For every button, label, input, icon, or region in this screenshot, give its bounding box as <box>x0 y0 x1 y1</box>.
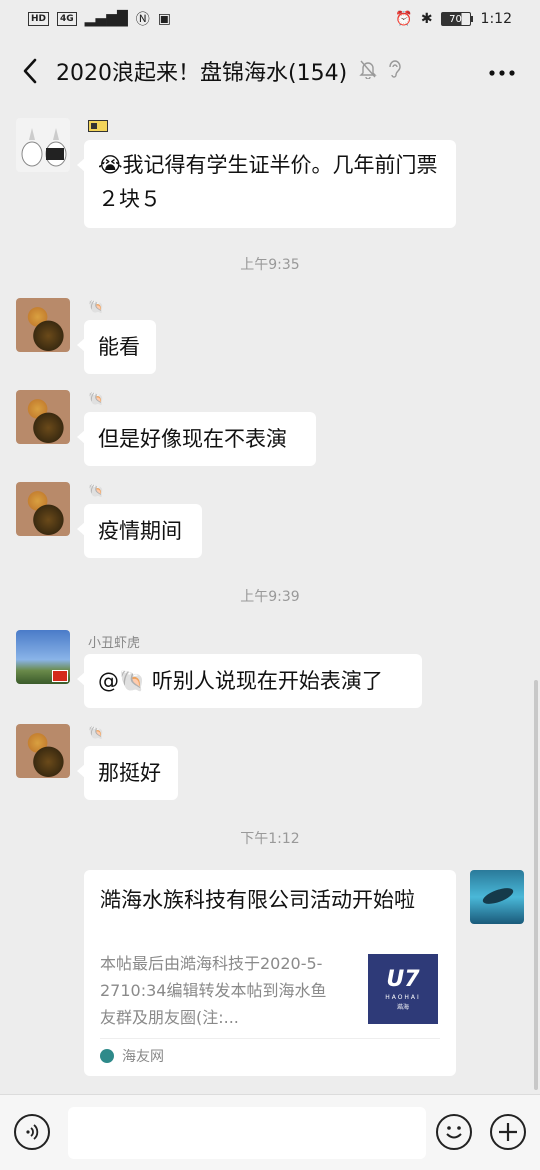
chat-title: 2020浪起来！盘锦海水(154) <box>56 61 348 86</box>
scrollbar[interactable] <box>534 680 538 1090</box>
sender-badge-icon <box>88 120 108 134</box>
message-text: 但是好像现在不表演 <box>98 427 287 451</box>
hd-tag: HD <box>28 12 50 26</box>
message-text: 疫情期间 <box>98 519 182 543</box>
message-bubble[interactable]: 😭我记得有学生证半价。几年前门票２块５ <box>77 140 456 228</box>
signal-icon: ▂▄▆█ <box>84 11 128 27</box>
avatar[interactable] <box>16 630 70 684</box>
bluetooth-icon: ✱ <box>420 11 433 27</box>
status-left: HD 4G ▂▄▆█ Ⓝ ▣ <box>28 9 171 29</box>
ear-icon <box>387 59 403 83</box>
timestamp: 下午1:12 <box>240 831 300 847</box>
my-avatar[interactable] <box>470 870 524 924</box>
link-title: 澔海水族科技有限公司活动开始啦 <box>100 888 415 912</box>
clock: 1:12 <box>480 11 512 27</box>
shell-nickname-icon: 🐚 <box>88 484 105 499</box>
status-right: ⏰ ✱ 70 1:12 <box>395 11 512 27</box>
message-bubble[interactable]: 但是好像现在不表演 <box>77 412 316 466</box>
message-input[interactable] <box>68 1107 426 1159</box>
chat-header: 2020浪起来！盘锦海水(154) <box>0 38 540 104</box>
message-text: 那挺好 <box>98 761 161 785</box>
message-bubble[interactable]: 能看 <box>77 320 156 374</box>
link-source: 海友网 <box>100 1046 164 1066</box>
message-bubble[interactable]: 疫情期间 <box>77 504 202 558</box>
more-icon[interactable] <box>488 62 516 81</box>
shell-nickname-icon: 🐚 <box>88 300 105 315</box>
message-text: @🐚 听别人说现在开始表演了 <box>98 669 383 693</box>
nfc-icon: Ⓝ <box>135 12 150 28</box>
link-description: 本帖最后由澔海科技于2020-5-2710:34编辑转发本帖到海水鱼友群及朋友圈… <box>100 954 327 1027</box>
shell-nickname-icon: 🐚 <box>88 392 105 407</box>
shell-nickname-icon: 🐚 <box>88 726 105 741</box>
avatar[interactable] <box>16 724 70 778</box>
input-bar <box>0 1094 540 1170</box>
avatar[interactable] <box>16 390 70 444</box>
network-tag: 4G <box>57 12 77 26</box>
avatar[interactable] <box>16 482 70 536</box>
message-text: 能看 <box>98 335 140 359</box>
message-bubble[interactable]: @🐚 听别人说现在开始表演了 <box>77 654 422 708</box>
status-bar: HD 4G ▂▄▆█ Ⓝ ▣ ⏰ ✱ 70 1:12 <box>0 0 540 38</box>
link-card[interactable]: 澔海水族科技有限公司活动开始啦 本帖最后由澔海科技于2020-5-2710:34… <box>84 870 456 1076</box>
message-bubble[interactable]: 那挺好 <box>77 746 178 800</box>
divider <box>100 1038 440 1039</box>
chat-area[interactable]: 😭我记得有学生证半价。几年前门票２块５ 上午9:35 🐚 能看 🐚 但是好像现在… <box>0 104 540 1094</box>
sender-name: 小丑虾虎 <box>88 636 141 651</box>
emoji-icon[interactable] <box>436 1114 472 1150</box>
source-name: 海友网 <box>122 1049 164 1065</box>
battery-level: 70 <box>440 12 471 26</box>
timestamp: 上午9:39 <box>240 589 300 605</box>
source-icon <box>100 1049 114 1063</box>
thumbnail-subtitle: HAOHAI <box>385 993 421 1001</box>
mute-bell-icon <box>359 59 377 83</box>
alarm-icon: ⏰ <box>395 11 413 27</box>
flag-icon <box>52 670 68 682</box>
message-text: 😭我记得有学生证半价。几年前门票２块５ <box>98 153 438 211</box>
voice-icon[interactable] <box>14 1114 50 1150</box>
avatar[interactable] <box>16 298 70 352</box>
back-icon[interactable] <box>16 57 44 85</box>
battery-icon: 70 <box>440 12 473 26</box>
app-notification-icon: ▣ <box>157 11 171 27</box>
plus-icon[interactable] <box>490 1114 526 1150</box>
link-thumbnail: U7 HAOHAI 澔海 <box>368 954 438 1024</box>
thumbnail-logo: U7 <box>386 966 420 992</box>
avatar[interactable] <box>16 118 70 172</box>
timestamp: 上午9:35 <box>240 257 300 273</box>
thumbnail-caption: 澔海 <box>396 1003 409 1011</box>
